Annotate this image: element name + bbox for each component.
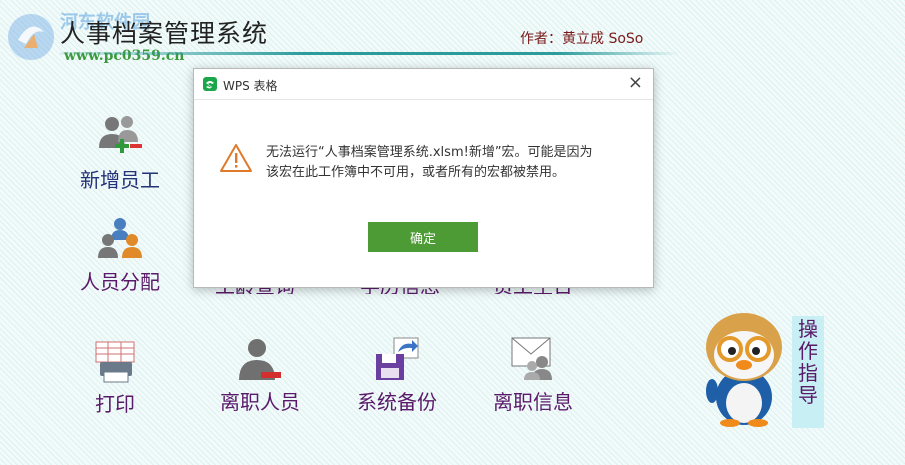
print-label: 打印	[95, 392, 135, 416]
system-backup-label: 系统备份	[357, 390, 437, 414]
printer-icon	[95, 341, 135, 383]
save-backup-icon	[376, 337, 419, 380]
group-icon	[98, 218, 142, 258]
watermark-logo-icon	[4, 10, 58, 68]
add-employee-tile[interactable]: 新增员工	[70, 112, 170, 193]
dialog-message-line1: 无法运行“人事档案管理系统.xlsm!新增”宏。可能是因为	[266, 145, 593, 160]
dialog-message: 无法运行“人事档案管理系统.xlsm!新增”宏。可能是因为 该宏在此工作簿中不可…	[266, 143, 636, 183]
app-title: 人事档案管理系统	[60, 19, 269, 48]
warning-icon	[219, 143, 253, 177]
author-label: 作者：黄立成 SoSo	[520, 31, 644, 47]
resigned-staff-tile[interactable]: 离职人员	[205, 336, 315, 415]
remove-user-icon	[239, 339, 281, 380]
staff-assign-label: 人员分配	[80, 270, 160, 294]
macro-error-dialog: WPS 表格 × 无法运行“人事档案管理系统.xlsm!新增”宏。可能是因为 该…	[193, 68, 654, 288]
system-backup-tile[interactable]: 系统备份	[342, 336, 452, 415]
dialog-message-line2: 该宏在此工作簿中不可用，或者所有的宏都被禁用。	[266, 165, 566, 180]
dialog-title: WPS 表格	[223, 79, 278, 93]
mascot-penguin-image	[700, 305, 788, 431]
operation-guide-button[interactable]: 操作指导	[792, 316, 824, 428]
close-icon[interactable]: ×	[628, 73, 643, 93]
watermark-url: www.pc0359.cn	[64, 48, 185, 64]
staff-assign-tile[interactable]: 人员分配	[70, 216, 170, 295]
print-tile[interactable]: 打印	[70, 340, 160, 417]
resign-info-tile[interactable]: 离职信息	[478, 336, 588, 415]
add-employee-label: 新增员工	[80, 168, 160, 192]
title-divider	[60, 52, 680, 55]
contact-card-icon	[511, 337, 552, 380]
resign-info-label: 离职信息	[493, 390, 573, 414]
add-user-icon	[99, 116, 142, 153]
wps-logo-icon	[203, 77, 217, 91]
ok-button[interactable]: 确定	[368, 222, 478, 252]
dialog-titlebar: WPS 表格 ×	[194, 69, 653, 100]
resigned-staff-label: 离职人员	[220, 390, 300, 414]
